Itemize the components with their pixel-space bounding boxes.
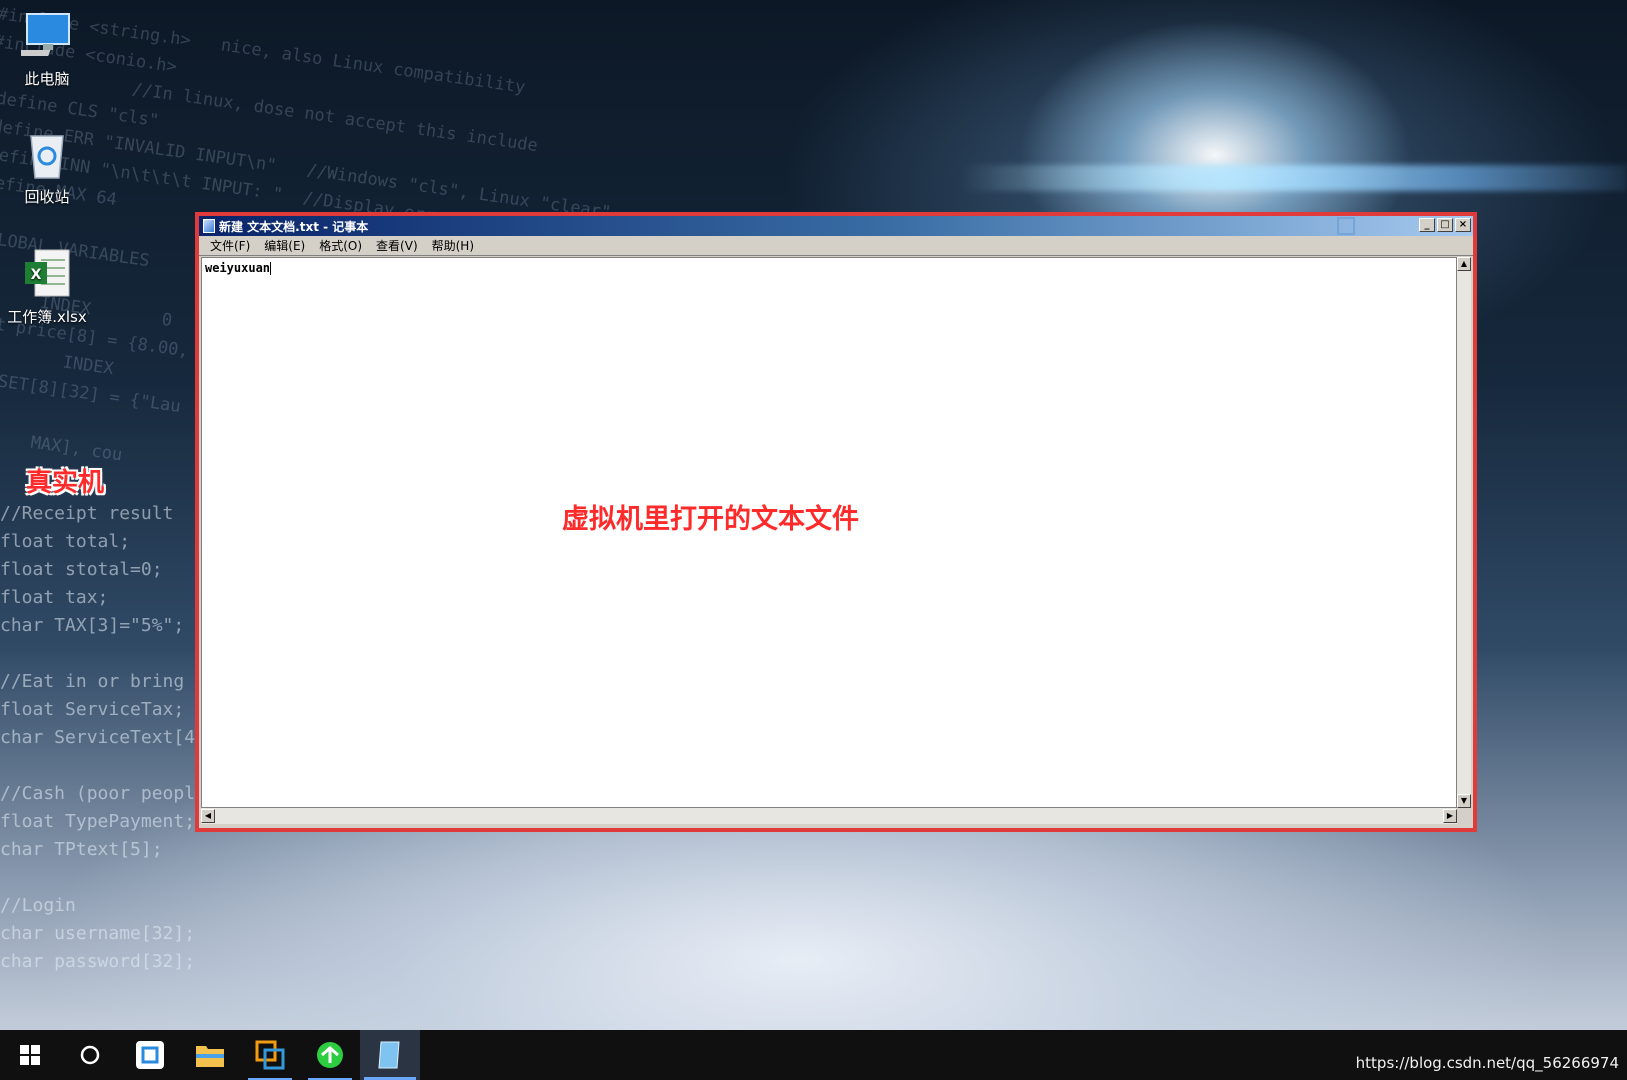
desktop-icon-label: 回收站 [24, 188, 70, 206]
taskbar: https://blog.csdn.net/qq_56266974 [0, 1030, 1627, 1080]
windows-logo-icon [20, 1045, 40, 1065]
green-globe-icon [317, 1042, 343, 1068]
desktop-icon-label: 工作簿.xlsx [7, 308, 87, 326]
menu-bar: 文件(F) 编辑(E) 格式(O) 查看(V) 帮助(H) [199, 236, 1473, 256]
annotation-real-machine: 真实机 [26, 468, 105, 498]
folder-icon [196, 1046, 224, 1067]
desktop-icon-this-pc[interactable]: 此电脑 [2, 10, 92, 89]
minimize-button[interactable]: _ [1419, 218, 1435, 232]
cortana-circle-icon [80, 1045, 100, 1065]
editor-content: weiyuxuan [205, 261, 271, 275]
wallpaper-light-streak [960, 165, 1627, 191]
watermark-url: https://blog.csdn.net/qq_56266974 [1355, 1054, 1619, 1072]
menu-view[interactable]: 查看(V) [369, 237, 425, 254]
desktop-icon-label: 此电脑 [24, 70, 70, 88]
resize-grip-icon[interactable] [1457, 808, 1471, 824]
text-caret [270, 262, 272, 275]
notepad-titlebar[interactable]: 新建 文本文档.txt - 记事本 _ □ × [199, 216, 1473, 236]
svg-text:X: X [31, 267, 42, 283]
desktop-icon-recycle-bin[interactable]: 回收站 [2, 128, 92, 207]
taskbar-app-tile[interactable] [120, 1030, 180, 1080]
scroll-right-arrow-icon[interactable]: ▶ [1443, 809, 1457, 823]
close-button[interactable]: × [1455, 218, 1471, 232]
app-tile-icon [136, 1041, 164, 1069]
desktop-icon-workbook[interactable]: X 工作簿.xlsx [2, 248, 92, 327]
excel-file-icon: X [21, 248, 73, 300]
maximize-button[interactable]: □ [1437, 218, 1453, 232]
taskbar-notepad[interactable] [360, 1030, 420, 1080]
notepad-icon [203, 219, 215, 233]
menu-file[interactable]: 文件(F) [203, 237, 257, 254]
horizontal-scrollbar[interactable]: ◀ ▶ [201, 808, 1457, 824]
scroll-down-arrow-icon[interactable]: ▼ [1457, 794, 1471, 808]
annotation-vm-text-file: 虚拟机里打开的文本文件 [562, 504, 859, 535]
menu-edit[interactable]: 编辑(E) [257, 237, 312, 254]
taskbar-browser[interactable] [300, 1030, 360, 1080]
restore-overlay-icon [1337, 217, 1355, 235]
window-title: 新建 文本文档.txt - 记事本 [219, 219, 369, 234]
menu-format[interactable]: 格式(O) [312, 237, 369, 254]
taskbar-file-explorer[interactable] [180, 1030, 240, 1080]
menu-help[interactable]: 帮助(H) [425, 237, 481, 254]
vertical-scrollbar[interactable]: ▲ ▼ [1457, 257, 1471, 808]
vmware-icon [255, 1040, 285, 1070]
start-button[interactable] [0, 1030, 60, 1080]
notepad-icon [378, 1041, 400, 1069]
system-tray: https://blog.csdn.net/qq_56266974 [1356, 1054, 1619, 1072]
taskbar-vmware[interactable] [240, 1030, 300, 1080]
search-button[interactable] [60, 1030, 120, 1080]
recycle-bin-icon [21, 128, 73, 180]
scroll-up-arrow-icon[interactable]: ▲ [1457, 257, 1471, 271]
computer-icon [12, 10, 73, 62]
scroll-left-arrow-icon[interactable]: ◀ [201, 809, 215, 823]
